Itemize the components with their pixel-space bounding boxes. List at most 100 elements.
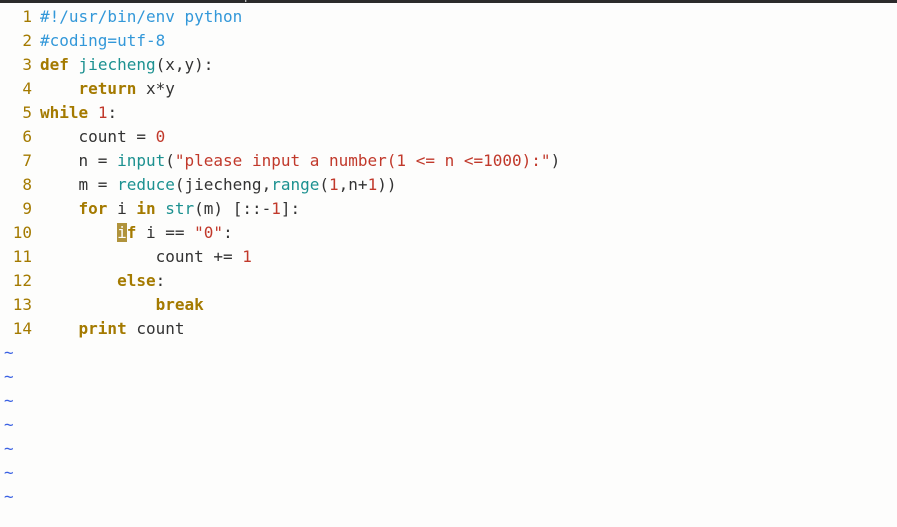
cursor: i <box>117 223 127 242</box>
code-content[interactable]: else: <box>40 269 897 293</box>
space <box>107 199 117 218</box>
editor-area[interactable]: 1 #!/usr/bin/env python 2 #coding=utf-8 … <box>0 3 897 509</box>
keyword-for: for <box>79 199 108 218</box>
code-content[interactable]: #coding=utf-8 <box>40 29 897 53</box>
space <box>136 223 146 242</box>
indent <box>40 319 79 338</box>
code-line[interactable]: 9 for i in str(m) [::-1]: <box>0 197 897 221</box>
code-line[interactable]: 6 count = 0 <box>0 125 897 149</box>
tilde-line: ~ <box>0 389 897 413</box>
expr: x*y <box>146 79 175 98</box>
code-line[interactable]: 7 n = input("please input a number(1 <= … <box>0 149 897 173</box>
lparen: ( <box>175 175 185 194</box>
line-number: 5 <box>0 101 40 125</box>
number: 1 <box>98 103 108 122</box>
lparen: ( <box>319 175 329 194</box>
code-line[interactable]: 12 else: <box>0 269 897 293</box>
mid: ,n+ <box>339 175 368 194</box>
line-number: 2 <box>0 29 40 53</box>
code-line[interactable]: 14 print count <box>0 317 897 341</box>
code-content[interactable]: count = 0 <box>40 125 897 149</box>
arg: jiecheng, <box>185 175 272 194</box>
indent <box>40 127 79 146</box>
indent <box>40 199 79 218</box>
tilde-line: ~ <box>0 437 897 461</box>
rparen: )) <box>377 175 396 194</box>
indent <box>40 271 117 290</box>
builtin-range: range <box>271 175 319 194</box>
var: i <box>117 199 136 218</box>
space <box>127 319 137 338</box>
colon: : <box>156 271 166 290</box>
space <box>69 55 79 74</box>
code-content[interactable]: #!/usr/bin/env python <box>40 5 897 29</box>
identifier: count = <box>79 127 156 146</box>
code-content[interactable]: print count <box>40 317 897 341</box>
code-content[interactable]: while 1: <box>40 101 897 125</box>
code-content[interactable]: break <box>40 293 897 317</box>
keyword-while: while <box>40 103 88 122</box>
number: 1 <box>242 247 252 266</box>
identifier: count += <box>156 247 243 266</box>
keyword-break: break <box>156 295 204 314</box>
line-number: 3 <box>0 53 40 77</box>
comment: #coding=utf-8 <box>40 31 165 50</box>
var: i == <box>146 223 194 242</box>
code-line[interactable]: 8 m = reduce(jiecheng,range(1,n+1)) <box>0 173 897 197</box>
rparen: ) <box>551 151 561 170</box>
indent <box>40 295 156 314</box>
function-name: jiecheng <box>79 55 156 74</box>
colon: : <box>223 223 233 242</box>
line-number: 12 <box>0 269 40 293</box>
identifier: m = <box>79 175 118 194</box>
lparen: ( <box>165 151 175 170</box>
line-number: 14 <box>0 317 40 341</box>
comment: #!/usr/bin/env python <box>40 7 242 26</box>
args: (x,y): <box>156 55 214 74</box>
keyword-else: else <box>117 271 156 290</box>
colon: : <box>107 103 117 122</box>
keyword-in: in <box>136 199 155 218</box>
code-line[interactable]: 5 while 1: <box>0 101 897 125</box>
tilde-line: ~ <box>0 341 897 365</box>
space <box>88 103 98 122</box>
line-number: 6 <box>0 125 40 149</box>
keyword-def: def <box>40 55 69 74</box>
code-content[interactable]: for i in str(m) [::-1]: <box>40 197 897 221</box>
line-number: 8 <box>0 173 40 197</box>
indent <box>40 79 79 98</box>
tilde-line: ~ <box>0 461 897 485</box>
keyword-if: f <box>127 223 137 242</box>
code-line[interactable]: 1 #!/usr/bin/env python <box>0 5 897 29</box>
code-line[interactable]: 4 return x*y <box>0 77 897 101</box>
code-content[interactable]: count += 1 <box>40 245 897 269</box>
indent <box>40 175 79 194</box>
tilde-line: ~ <box>0 365 897 389</box>
code-line[interactable]: 2 #coding=utf-8 <box>0 29 897 53</box>
code-line[interactable]: 11 count += 1 <box>0 245 897 269</box>
builtin-reduce: reduce <box>117 175 175 194</box>
line-number: 13 <box>0 293 40 317</box>
line-number: 7 <box>0 149 40 173</box>
code-content[interactable]: n = input("please input a number(1 <= n … <box>40 149 897 173</box>
code-content[interactable]: def jiecheng(x,y): <box>40 53 897 77</box>
string: "please input a number(1 <= n <=1000):" <box>175 151 551 170</box>
builtin-str: str <box>165 199 194 218</box>
code-line[interactable]: 10 if i == "0": <box>0 221 897 245</box>
space <box>136 79 146 98</box>
code-line[interactable]: 13 break <box>0 293 897 317</box>
code-content[interactable]: return x*y <box>40 77 897 101</box>
code-content[interactable]: if i == "0": <box>40 221 897 245</box>
code-line[interactable]: 3 def jiecheng(x,y): <box>0 53 897 77</box>
indent <box>40 223 117 242</box>
code-content[interactable]: m = reduce(jiecheng,range(1,n+1)) <box>40 173 897 197</box>
identifier: count <box>136 319 184 338</box>
builtin-input: input <box>117 151 165 170</box>
indent <box>40 247 156 266</box>
keyword-return: return <box>79 79 137 98</box>
end: ]: <box>281 199 300 218</box>
keyword-print: print <box>79 319 127 338</box>
line-number: 9 <box>0 197 40 221</box>
number: 1 <box>271 199 281 218</box>
line-number: 4 <box>0 77 40 101</box>
